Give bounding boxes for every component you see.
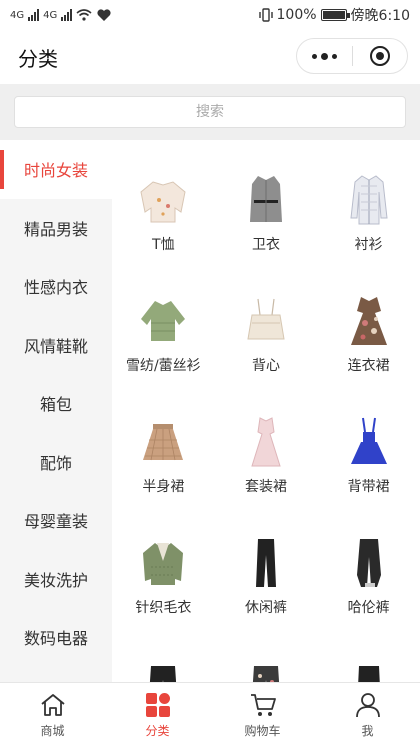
tab-cart[interactable]: 购物车 <box>210 683 315 747</box>
battery-icon <box>320 9 350 21</box>
vibrate-icon <box>258 8 273 22</box>
shorts-icon <box>135 656 191 682</box>
grid-item-casual-pants[interactable]: 休闲裤 <box>215 535 318 656</box>
close-program-button[interactable] <box>353 39 408 73</box>
grid-item-shirt[interactable]: 衬衫 <box>317 172 420 293</box>
signal-label-2: 4G <box>43 9 58 21</box>
sidebar-item-shoes[interactable]: 风情鞋靴 <box>0 316 112 375</box>
blouse-icon <box>135 293 191 349</box>
grid-item-label: 针织毛衣 <box>135 600 192 616</box>
tab-label: 我 <box>361 724 374 738</box>
user-icon <box>355 693 380 718</box>
grid-item-chiffon[interactable]: 雪纺/蕾丝衫 <box>112 293 215 414</box>
grid-item-label: 衬衫 <box>354 237 383 253</box>
more-dots-icon <box>311 52 337 60</box>
search-bar: 搜索 <box>0 84 420 140</box>
tab-label: 购物车 <box>244 724 281 738</box>
sidebar-item-kids[interactable]: 母婴童装 <box>0 491 112 550</box>
grid-item-label: 套装裙 <box>244 479 287 495</box>
grid-item-overall-dress[interactable]: 背带裙 <box>317 414 420 535</box>
subcategory-panel: T恤 卫衣 衬衫 雪纺/蕾丝衫 背心 连衣裙 半身裙 套装裙 背带裙 针织毛衣 … <box>112 140 420 682</box>
grid-item-label: 背心 <box>251 358 280 374</box>
category-sidebar: 时尚女装 精品男装 性感内衣 风情鞋靴 箱包 配饰 母婴童装 美妆洗护 数码电器 <box>0 140 112 682</box>
sidebar-item-lingerie[interactable]: 性感内衣 <box>0 257 112 316</box>
tab-me[interactable]: 我 <box>315 683 420 747</box>
cart-icon <box>250 694 276 716</box>
grid-item-suit-dress[interactable]: 套装裙 <box>215 414 318 535</box>
tab-label: 商城 <box>40 724 65 738</box>
overall-dress-icon <box>341 414 397 470</box>
signal-label-1: 4G <box>10 9 25 21</box>
bottom-tab-bar: 商城 分类 购物车 我 <box>0 682 420 747</box>
grid-item-dress[interactable]: 连衣裙 <box>317 293 420 414</box>
status-left: 4G 4G <box>10 8 112 22</box>
more-button[interactable] <box>297 39 352 73</box>
home-icon <box>40 694 65 716</box>
grid-item-trousers[interactable] <box>317 656 420 682</box>
dress-icon <box>341 293 397 349</box>
sidebar-item-mens-fashion[interactable]: 精品男装 <box>0 199 112 258</box>
grid-item-patterned-shorts[interactable] <box>215 656 318 682</box>
grid-item-label: T恤 <box>152 237 175 253</box>
wifi-icon <box>76 9 92 21</box>
sidebar-item-digital[interactable]: 数码电器 <box>0 608 112 667</box>
mini-program-capsule <box>296 38 408 74</box>
signal-icon <box>28 9 40 21</box>
nav-header: 分类 <box>0 30 420 84</box>
battery-percent: 100% <box>276 7 317 23</box>
heart-rate-icon <box>97 9 111 21</box>
tab-label: 分类 <box>145 724 170 738</box>
grid-item-label: 哈伦裤 <box>347 600 390 616</box>
subcategory-grid: T恤 卫衣 衬衫 雪纺/蕾丝衫 背心 连衣裙 半身裙 套装裙 背带裙 针织毛衣 … <box>112 140 420 682</box>
grid-item-harem-pants[interactable]: 哈伦裤 <box>317 535 420 656</box>
camisole-icon <box>238 293 294 349</box>
grid-item-label: 半身裙 <box>142 479 185 495</box>
status-right: 100% 傍晚6:10 <box>258 5 410 25</box>
tab-category[interactable]: 分类 <box>105 683 210 747</box>
category-icon <box>145 693 170 717</box>
grid-item-hoodie[interactable]: 卫衣 <box>215 172 318 293</box>
grid-item-skirt[interactable]: 半身裙 <box>112 414 215 535</box>
grid-item-camisole[interactable]: 背心 <box>215 293 318 414</box>
harem-pants-icon <box>341 535 397 591</box>
patterned-shorts-icon <box>238 656 294 682</box>
page-title: 分类 <box>18 46 58 71</box>
grid-item-label: 卫衣 <box>251 237 280 253</box>
sidebar-item-accessories[interactable]: 配饰 <box>0 433 112 492</box>
skirt-icon <box>135 414 191 470</box>
sidebar-item-beauty[interactable]: 美妆洗护 <box>0 550 112 609</box>
shirt-icon <box>341 172 397 228</box>
sweater-icon <box>135 172 191 228</box>
knit-sweater-icon <box>135 535 191 591</box>
trousers-icon <box>341 656 397 682</box>
grid-item-knit-sweater[interactable]: 针织毛衣 <box>112 535 215 656</box>
grid-item-label: 背带裙 <box>347 479 390 495</box>
grid-item-label: 雪纺/蕾丝衫 <box>125 358 201 374</box>
grid-item-label: 连衣裙 <box>347 358 390 374</box>
sidebar-item-bags[interactable]: 箱包 <box>0 374 112 433</box>
clock: 傍晚6:10 <box>350 8 410 24</box>
suit-dress-icon <box>238 414 294 470</box>
target-icon <box>369 46 390 66</box>
sidebar-item-womens-fashion[interactable]: 时尚女装 <box>0 140 112 199</box>
search-input[interactable]: 搜索 <box>14 96 406 128</box>
status-bar: 4G 4G 100% 傍晚6:10 <box>0 0 420 30</box>
coat-icon <box>238 172 294 228</box>
tab-mall[interactable]: 商城 <box>0 683 105 747</box>
grid-item-tshirt[interactable]: T恤 <box>112 172 215 293</box>
grid-item-shorts[interactable] <box>112 656 215 682</box>
pants-icon <box>238 535 294 591</box>
grid-item-label: 休闲裤 <box>244 600 287 616</box>
signal-icon <box>61 9 73 21</box>
